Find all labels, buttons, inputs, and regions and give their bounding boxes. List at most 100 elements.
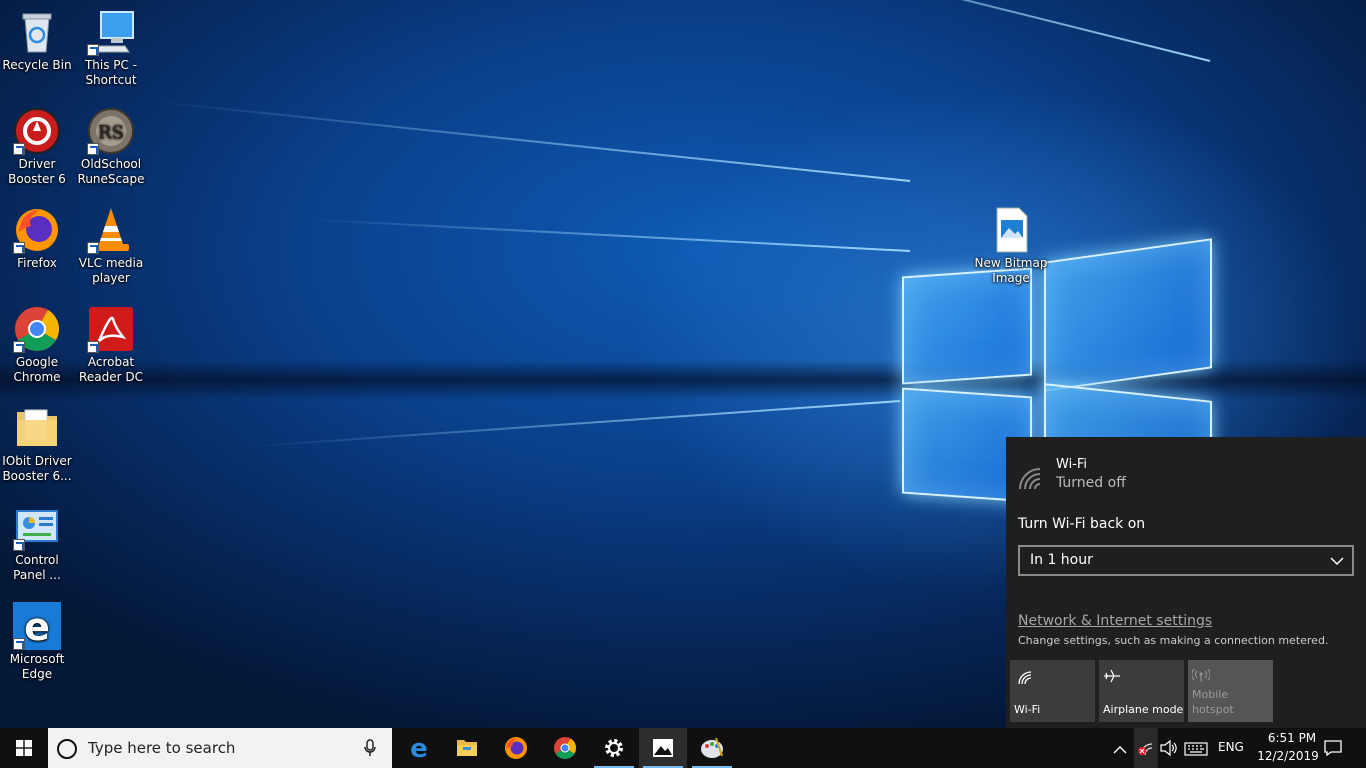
shortcut-arrow-icon (13, 638, 25, 650)
paint-palette-icon (700, 736, 724, 764)
desktop-icon-control-panel[interactable]: Control Panel ... (0, 503, 74, 583)
desktop-icon-new-bitmap[interactable]: New Bitmap Image (974, 206, 1048, 286)
taskbar-app-edge[interactable]: e (395, 728, 443, 768)
firefox-icon (13, 206, 61, 254)
wifi-status: Turned off (1056, 475, 1126, 491)
taskbar-app-settings[interactable] (590, 728, 638, 768)
shortcut-arrow-icon (13, 242, 25, 254)
light-beam (154, 100, 911, 182)
taskbar-app-firefox[interactable] (492, 728, 540, 768)
desktop-icon-label: VLC media player (78, 256, 144, 285)
desktop-icon-recycle-bin[interactable]: Recycle Bin (0, 8, 74, 73)
desktop-icon-label: Microsoft Edge (9, 652, 65, 681)
desktop-icon-google-chrome[interactable]: Google Chrome (0, 305, 74, 385)
action-center-icon[interactable] (1324, 740, 1342, 760)
runescape-icon: RS (87, 107, 135, 155)
desktop-icon-iobit-folder[interactable]: IObit Driver Booster 6... (0, 404, 74, 484)
turn-wifi-on-dropdown[interactable]: In 1 hour (1018, 545, 1354, 576)
clock-date[interactable]: 12/2/2019 (1253, 749, 1323, 763)
svg-text:e: e (24, 605, 50, 649)
desktop-icon-this-pc[interactable]: This PC - Shortcut (74, 8, 148, 88)
taskbar-app-file-explorer[interactable] (443, 728, 491, 768)
network-settings-description: Change settings, such as making a connec… (1018, 634, 1329, 647)
desktop-icon-microsoft-edge[interactable]: e Microsoft Edge (0, 602, 74, 682)
volume-icon[interactable] (1160, 739, 1178, 760)
desktop-icon-label: Acrobat Reader DC (79, 355, 143, 384)
gear-icon (603, 737, 625, 763)
shortcut-arrow-icon (13, 539, 25, 551)
desktop-icon-vlc[interactable]: VLC media player (74, 206, 148, 286)
desktop-icon-label: Recycle Bin (2, 58, 72, 72)
desktop-icon-label: New Bitmap Image (974, 256, 1048, 285)
airplane-mode-quick-action[interactable]: Airplane mode (1099, 660, 1184, 722)
network-settings-link[interactable]: Network & Internet settings (1018, 613, 1212, 629)
airplane-icon (1103, 668, 1121, 688)
driver-booster-icon (13, 107, 61, 155)
start-button[interactable] (0, 728, 48, 768)
shortcut-arrow-icon (87, 242, 99, 254)
taskbar-search-box[interactable]: Type here to search (48, 728, 392, 768)
wifi-quick-action[interactable]: Wi-Fi (1010, 660, 1095, 722)
desktop-icon-label: Driver Booster 6 (8, 157, 66, 186)
chevron-up-icon[interactable] (1113, 741, 1127, 760)
hotspot-icon (1191, 668, 1211, 687)
desktop-icon-label: Control Panel ... (13, 553, 61, 582)
keyboard-icon[interactable] (1184, 741, 1208, 760)
mobile-hotspot-quick-action[interactable]: Mobile hotspot (1188, 660, 1273, 722)
folder-icon (456, 738, 478, 762)
svg-text:e: e (410, 736, 428, 760)
desktop-icon-label: Google Chrome (13, 355, 61, 384)
windows-logo-icon (16, 740, 32, 760)
taskbar-app-photos[interactable] (639, 728, 687, 768)
recycle-bin-icon (13, 8, 61, 56)
quick-action-label: Wi-Fi (1014, 703, 1041, 716)
edge-icon: e (13, 602, 61, 650)
desktop-icon-label: Firefox (17, 256, 57, 270)
shortcut-arrow-icon (87, 341, 99, 353)
quick-action-label: Mobile hotspot (1192, 688, 1234, 716)
light-beam (251, 400, 901, 448)
network-flyout: Wi-Fi Turned off Turn Wi-Fi back on In 1… (1006, 437, 1366, 728)
acrobat-icon (87, 305, 135, 353)
dropdown-value: In 1 hour (1030, 552, 1093, 568)
microphone-icon[interactable] (364, 739, 376, 761)
wifi-icon (1018, 670, 1034, 689)
shortcut-arrow-icon (87, 143, 99, 155)
windows-logo-pane (1044, 238, 1212, 392)
wifi-title: Wi-Fi (1056, 457, 1088, 472)
turn-wifi-on-label: Turn Wi-Fi back on (1018, 516, 1146, 532)
desktop-icon-driver-booster[interactable]: Driver Booster 6 (0, 107, 74, 187)
desktop-icon-label: OldSchool RuneScape (77, 157, 145, 186)
desktop-icon-firefox[interactable]: Firefox (0, 206, 74, 271)
shortcut-arrow-icon (87, 44, 99, 56)
edge-icon: e (407, 734, 431, 764)
taskbar: Type here to search e ENG 6:51 PM 12/2/2… (0, 728, 1366, 768)
taskbar-app-paint[interactable] (688, 728, 736, 768)
search-placeholder: Type here to search (88, 739, 236, 757)
desktop-icon-acrobat-reader[interactable]: Acrobat Reader DC (74, 305, 148, 385)
folder-icon (13, 404, 61, 452)
desktop-icon-label: This PC - Shortcut (84, 58, 138, 87)
taskbar-app-chrome[interactable] (541, 728, 589, 768)
desktop-icon-label: IObit Driver Booster 6... (2, 454, 72, 483)
quick-action-label: Airplane mode (1103, 703, 1184, 716)
desktop-icon-oldschool-runescape[interactable]: RS OldSchool RuneScape (74, 107, 148, 187)
vlc-icon (87, 206, 135, 254)
clock-time[interactable]: 6:51 PM (1262, 731, 1322, 745)
chrome-icon (553, 736, 577, 764)
photos-icon (652, 738, 674, 762)
chrome-icon (13, 305, 61, 353)
network-tray-icon[interactable] (1134, 728, 1158, 768)
image-file-icon (987, 206, 1035, 254)
light-beam (579, 0, 1211, 62)
light-beam (300, 218, 911, 252)
shortcut-arrow-icon (13, 143, 25, 155)
shortcut-arrow-icon (13, 341, 25, 353)
search-icon (56, 738, 78, 764)
firefox-icon (504, 736, 528, 764)
control-panel-icon (13, 503, 61, 551)
chevron-down-icon (1330, 553, 1344, 572)
wifi-off-icon (1018, 467, 1044, 495)
language-indicator[interactable]: ENG (1218, 740, 1244, 754)
svg-text:RS: RS (98, 122, 124, 143)
